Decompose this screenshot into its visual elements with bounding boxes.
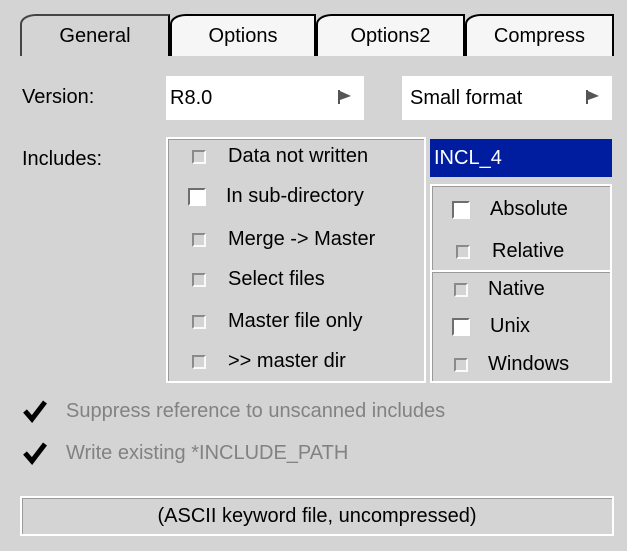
option-label: Native <box>488 278 545 300</box>
version-value: R8.0 <box>170 86 213 109</box>
tab-compress-label: Compress <box>493 24 586 47</box>
option-label: Absolute <box>490 198 568 220</box>
write-include-path-label: Write existing *INCLUDE_PATH <box>66 441 349 464</box>
path-relative[interactable]: Relative <box>456 240 564 263</box>
option-data-not-written[interactable]: Data not written <box>192 145 368 168</box>
option-label: >> master dir <box>228 350 346 372</box>
option-label: Master file only <box>228 310 363 332</box>
os-native[interactable]: Native <box>454 278 545 301</box>
option-label: Windows <box>488 353 570 375</box>
tab-general[interactable]: General <box>20 14 170 56</box>
option-label: Select files <box>228 268 325 290</box>
checkbox-icon[interactable] <box>452 200 470 219</box>
option-in-sub-directory[interactable]: In sub-directory <box>188 185 364 208</box>
checkbox-icon[interactable] <box>454 357 468 372</box>
tab-options-label: Options <box>208 24 278 47</box>
tab-options[interactable]: Options <box>170 14 316 56</box>
option-label: Unix <box>490 315 531 337</box>
checkmark-icon[interactable] <box>22 398 48 424</box>
tab-compress[interactable]: Compress <box>465 14 614 56</box>
format-dropdown[interactable]: Small format <box>402 76 612 120</box>
option-label: In sub-directory <box>226 185 364 207</box>
option-merge-master[interactable]: Merge -> Master <box>192 228 375 251</box>
option-select-files[interactable]: Select files <box>192 268 325 291</box>
os-windows[interactable]: Windows <box>454 353 569 376</box>
os-unix[interactable]: Unix <box>452 315 530 338</box>
suppress-reference-label: Suppress reference to unscanned includes <box>66 399 446 422</box>
tab-options2[interactable]: Options2 <box>316 14 465 56</box>
checkbox-icon[interactable] <box>454 282 468 297</box>
include-dir-input[interactable]: INCL_4 <box>430 139 612 177</box>
tab-options2-label: Options2 <box>350 24 431 47</box>
format-value: Small format <box>410 86 523 109</box>
checkbox-icon[interactable] <box>456 244 470 259</box>
option-label: Data not written <box>228 145 369 167</box>
checkbox-icon[interactable] <box>192 232 206 247</box>
write-include-path-check[interactable]: Write existing *INCLUDE_PATH <box>22 440 348 466</box>
checkbox-icon[interactable] <box>192 314 206 329</box>
option-label: Merge -> Master <box>228 228 376 250</box>
option-master-dir[interactable]: >> master dir <box>192 350 346 373</box>
path-absolute[interactable]: Absolute <box>452 198 568 221</box>
version-dropdown[interactable]: R8.0 <box>166 76 364 120</box>
option-label: Relative <box>492 240 565 262</box>
suppress-reference-check[interactable]: Suppress reference to unscanned includes <box>22 398 445 424</box>
checkbox-icon[interactable] <box>452 317 470 336</box>
flag-arrow-icon <box>586 90 599 104</box>
checkmark-icon[interactable] <box>22 440 48 466</box>
flag-arrow-icon <box>338 90 351 104</box>
option-master-file-only[interactable]: Master file only <box>192 310 363 333</box>
tab-general-label: General <box>59 24 131 47</box>
checkbox-icon[interactable] <box>192 354 206 369</box>
include-options-panel <box>166 137 426 383</box>
checkbox-icon[interactable] <box>192 272 206 287</box>
status-text: (ASCII keyword file, uncompressed) <box>157 504 477 527</box>
status-bar: (ASCII keyword file, uncompressed) <box>20 496 614 536</box>
version-label: Version: <box>22 86 95 108</box>
include-dir-value: INCL_4 <box>434 146 502 169</box>
checkbox-icon[interactable] <box>192 149 206 164</box>
includes-label: Includes: <box>22 148 103 170</box>
checkbox-icon[interactable] <box>188 187 206 206</box>
